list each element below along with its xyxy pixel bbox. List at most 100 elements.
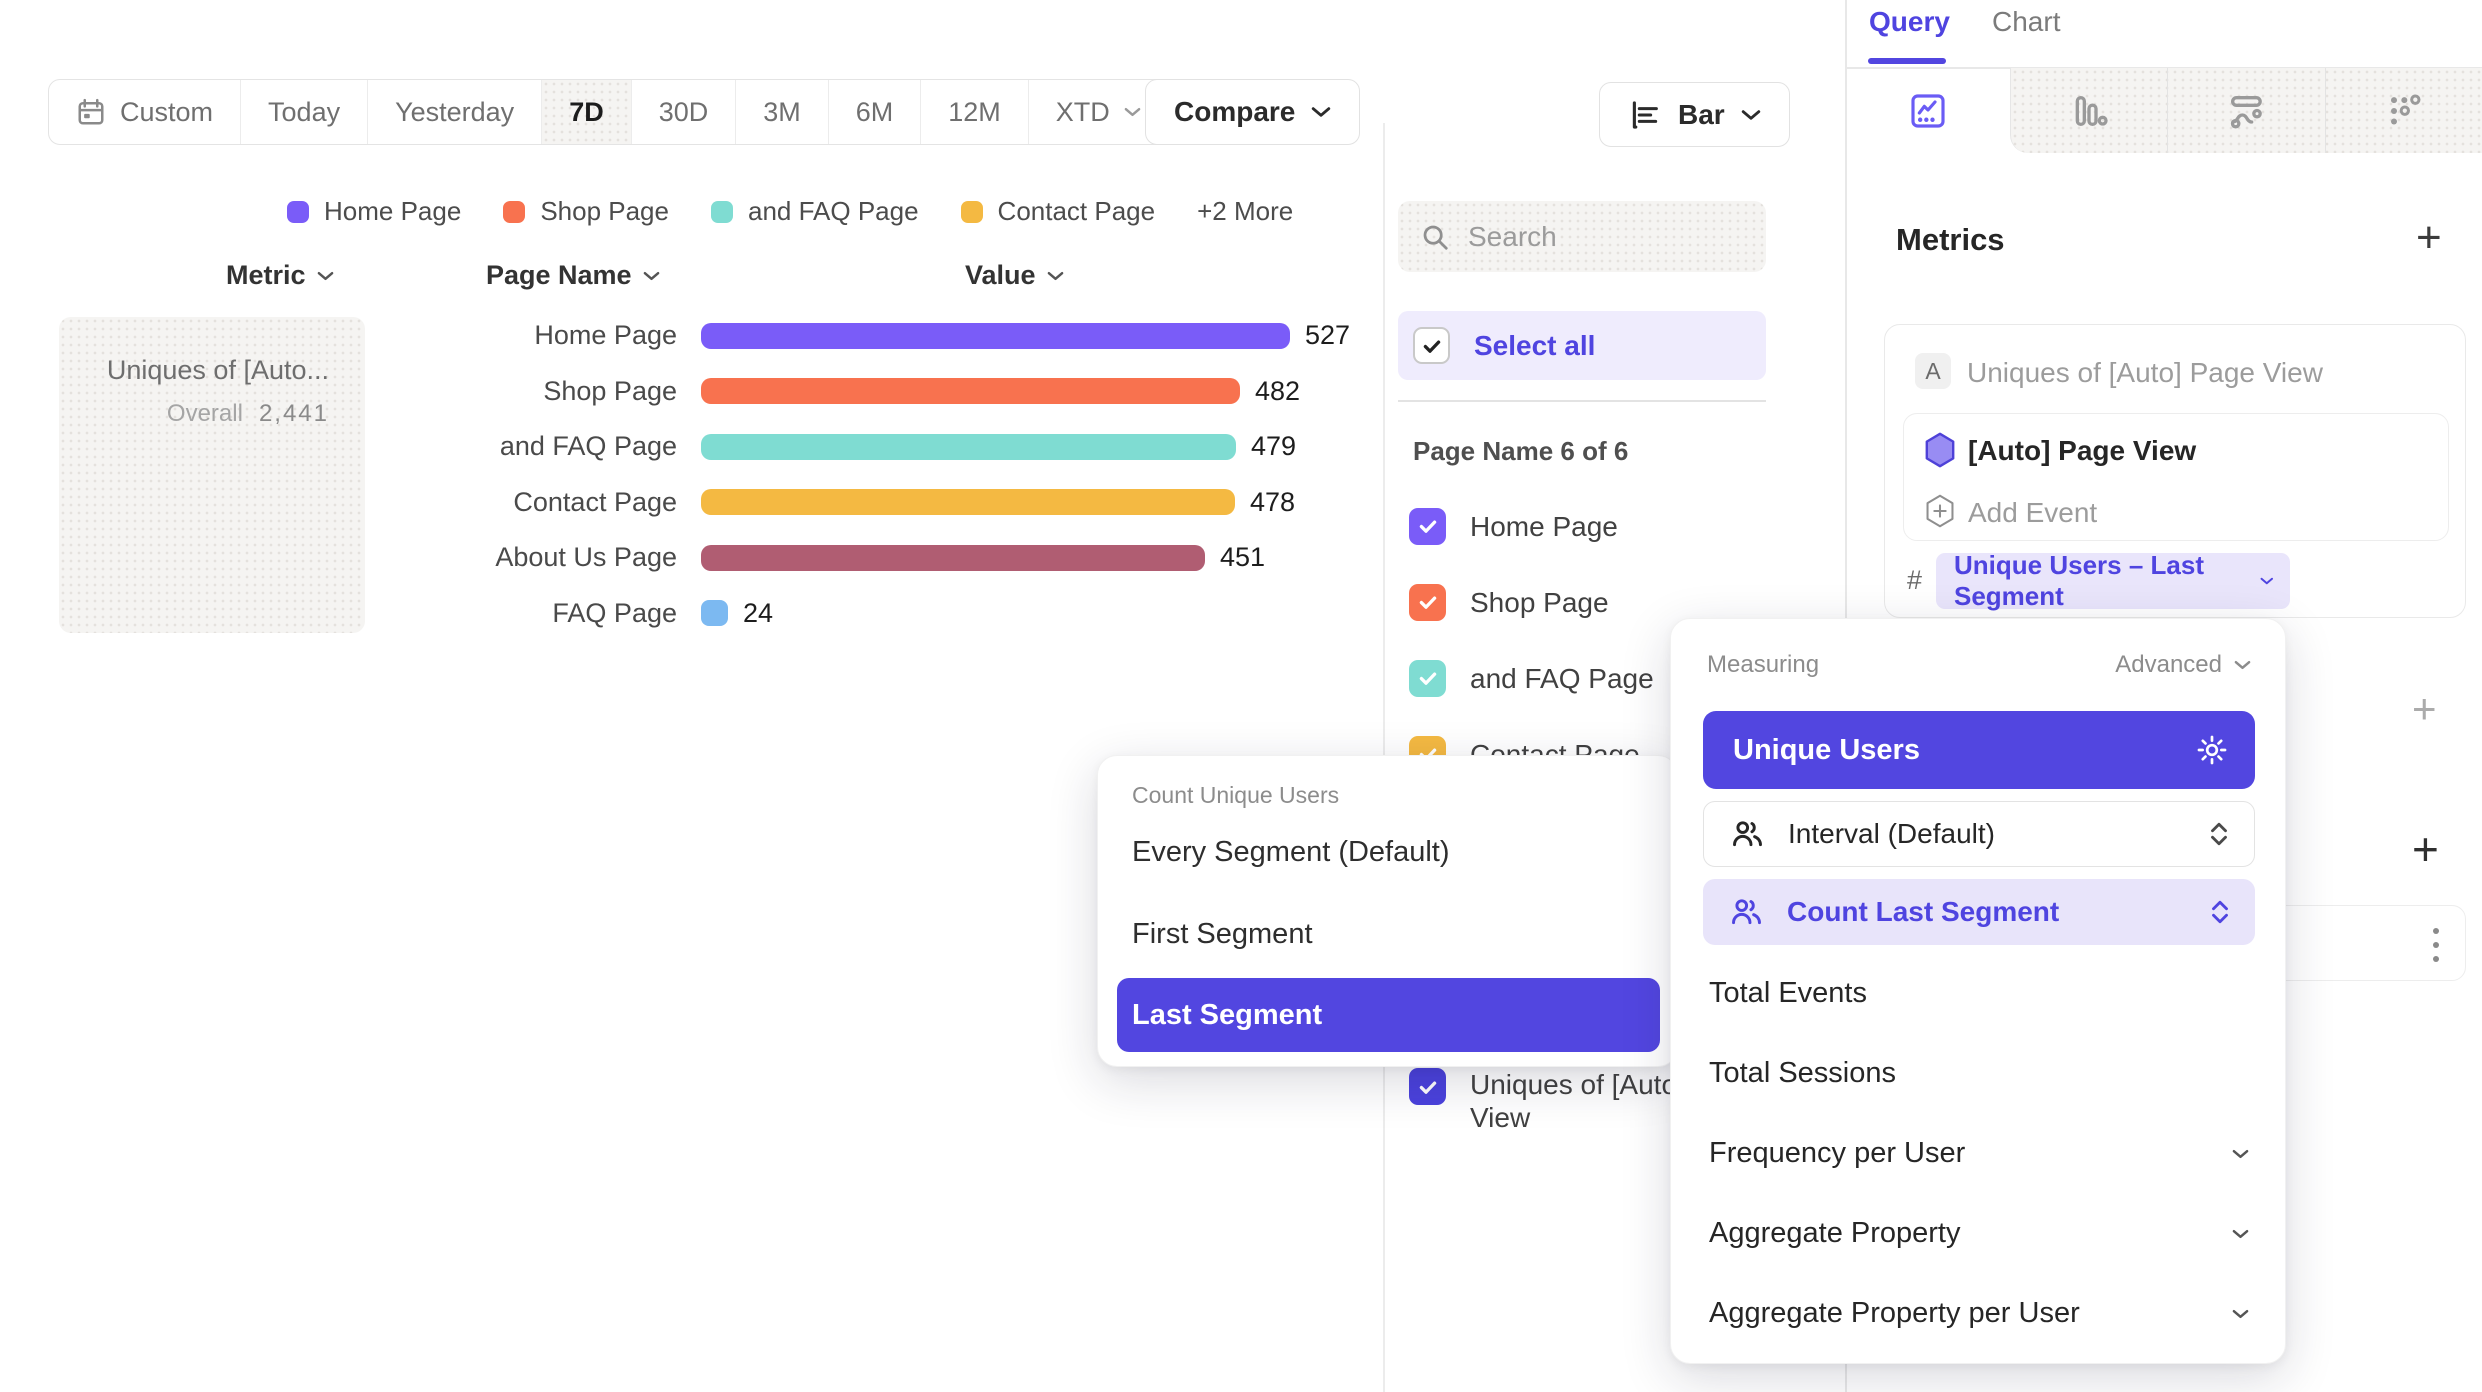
measuring-popover: Measuring Advanced Unique Users Interval… [1670,618,2286,1364]
chevron-down-icon [2232,1149,2249,1159]
range-12m-button[interactable]: 12M [921,80,1029,144]
range-6m-button[interactable]: 6M [829,80,922,144]
checkbox-checked[interactable] [1409,508,1446,545]
funnels-icon [2069,91,2109,131]
kebab-menu-icon[interactable] [2433,928,2439,962]
range-3m-button[interactable]: 3M [736,80,829,144]
date-range-segmented-control: Custom Today Yesterday 7D 30D 3M 6M 12M … [48,79,1169,145]
active-tab-underline [1868,58,1946,64]
checkbox-checked[interactable] [1409,1068,1446,1105]
bar-about-us-page[interactable] [701,545,1205,571]
count-unique-users-popover: Count Unique Users Every Segment (Defaul… [1097,755,1678,1067]
tab-query[interactable]: Query [1869,6,1950,38]
event-hexagon-icon [1924,432,1956,468]
search-input[interactable] [1468,221,1718,253]
insights-line-chart-icon [1908,91,1948,131]
metric-card: A Uniques of [Auto] Page View [Auto] Pag… [1884,324,2466,618]
option-every-segment[interactable]: Every Segment (Default) [1132,836,1450,869]
check-icon [1417,667,1439,689]
chart-type-tab-insights-active[interactable] [1846,68,2010,153]
bar-shop-page[interactable] [701,378,1240,404]
metric-letter-badge: A [1915,353,1951,389]
stepper-icon [2209,899,2231,925]
legend-swatch [711,201,733,223]
filter-group-label: Page Name 6 of 6 [1413,436,1628,467]
unique-users-selected-option[interactable]: Unique Users [1703,711,2255,789]
analytics-report-page: Custom Today Yesterday 7D 30D 3M 6M 12M … [0,0,2482,1392]
legend-more-link[interactable]: +2 More [1197,196,1293,227]
option-total-events[interactable]: Total Events [1709,977,2249,1010]
chart-type-dropdown[interactable]: Bar [1599,82,1790,147]
list-divider [1398,400,1766,402]
compare-button[interactable]: Compare [1145,79,1360,145]
measuring-title: Measuring [1707,651,1819,679]
add-metric-button[interactable]: + [2416,216,2442,260]
users-icon [1730,817,1764,851]
calendar-icon [76,97,106,127]
event-name[interactable]: [Auto] Page View [1968,435,2196,467]
gear-icon[interactable] [2195,733,2229,767]
option-aggregate-property-per-user[interactable]: Aggregate Property per User [1709,1297,2249,1330]
check-icon [1421,335,1443,357]
search-icon [1420,222,1450,252]
bar-row: FAQ Page 24 [391,586,1350,642]
event-card: [Auto] Page View Add Event [1903,413,2449,541]
bar-row: About Us Page 451 [391,530,1350,586]
bar-row: and FAQ Page 479 [391,419,1350,475]
option-total-sessions[interactable]: Total Sessions [1709,1057,2249,1090]
horizontal-bar-chart-icon [1628,98,1662,132]
legend-item[interactable]: Contact Page [961,196,1156,227]
measure-selector-pill[interactable]: Unique Users – Last Segment [1936,553,2290,609]
range-custom-button[interactable]: Custom [49,80,241,144]
option-aggregate-property[interactable]: Aggregate Property [1709,1217,2249,1250]
retention-icon [2384,91,2424,131]
chevron-down-icon [643,271,660,281]
metric-summary-cell[interactable]: Uniques of [Auto... Overall2,441 [59,317,365,633]
count-last-segment-selector[interactable]: Count Last Segment [1703,879,2255,945]
checkbox-checked[interactable] [1409,660,1446,697]
legend-swatch [287,201,309,223]
column-header-value[interactable]: Value [965,260,1064,291]
bar-and-faq-page[interactable] [701,434,1236,460]
check-icon [1417,515,1439,537]
option-first-segment[interactable]: First Segment [1132,918,1313,951]
column-header-page-name[interactable]: Page Name [486,260,660,291]
bar-row: Home Page 527 [391,308,1350,364]
metrics-heading: Metrics [1896,222,2005,258]
range-custom-label: Custom [120,97,213,128]
chevron-down-icon [2260,576,2274,586]
chart-type-tab-funnels[interactable] [2011,68,2168,153]
chart-type-tab-retention[interactable] [2326,68,2482,153]
interval-selector[interactable]: Interval (Default) [1703,801,2255,867]
chart-type-tab-flows[interactable] [2168,68,2325,153]
range-30d-button[interactable]: 30D [632,80,737,144]
chevron-down-icon [2234,660,2251,670]
option-frequency-per-user[interactable]: Frequency per User [1709,1137,2249,1170]
option-last-segment-selected[interactable]: Last Segment [1117,978,1660,1052]
chevron-down-icon [1741,109,1761,121]
column-header-metric[interactable]: Metric [226,260,334,291]
range-7d-button[interactable]: 7D [542,80,632,144]
select-all-row[interactable]: Select all [1398,311,1766,380]
select-all-checkbox[interactable] [1413,327,1450,364]
bar-contact-page[interactable] [701,489,1235,515]
advanced-toggle[interactable]: Advanced [2115,651,2251,679]
bar-chart-rows: Home Page 527 Shop Page 482 and FAQ Page… [391,308,1350,641]
search-box[interactable] [1398,201,1766,272]
tab-chart[interactable]: Chart [1992,6,2060,38]
bar-faq-page[interactable] [701,600,728,626]
bar-home-page[interactable] [701,323,1290,349]
hash-symbol: # [1907,565,1922,596]
filter-item-home-page[interactable]: Home Page [1398,496,1778,556]
legend-item[interactable]: and FAQ Page [711,196,919,227]
range-yesterday-button[interactable]: Yesterday [368,80,542,144]
popover-title: Count Unique Users [1132,782,1339,809]
add-event-button[interactable]: Add Event [1968,497,2097,529]
legend-item[interactable]: Shop Page [503,196,669,227]
legend-item[interactable]: Home Page [287,196,461,227]
bar-row: Shop Page 482 [391,364,1350,420]
add-filter-button[interactable]: + [2412,688,2437,730]
checkbox-checked[interactable] [1409,584,1446,621]
add-breakdown-button[interactable]: + [2412,826,2439,872]
range-today-button[interactable]: Today [241,80,368,144]
